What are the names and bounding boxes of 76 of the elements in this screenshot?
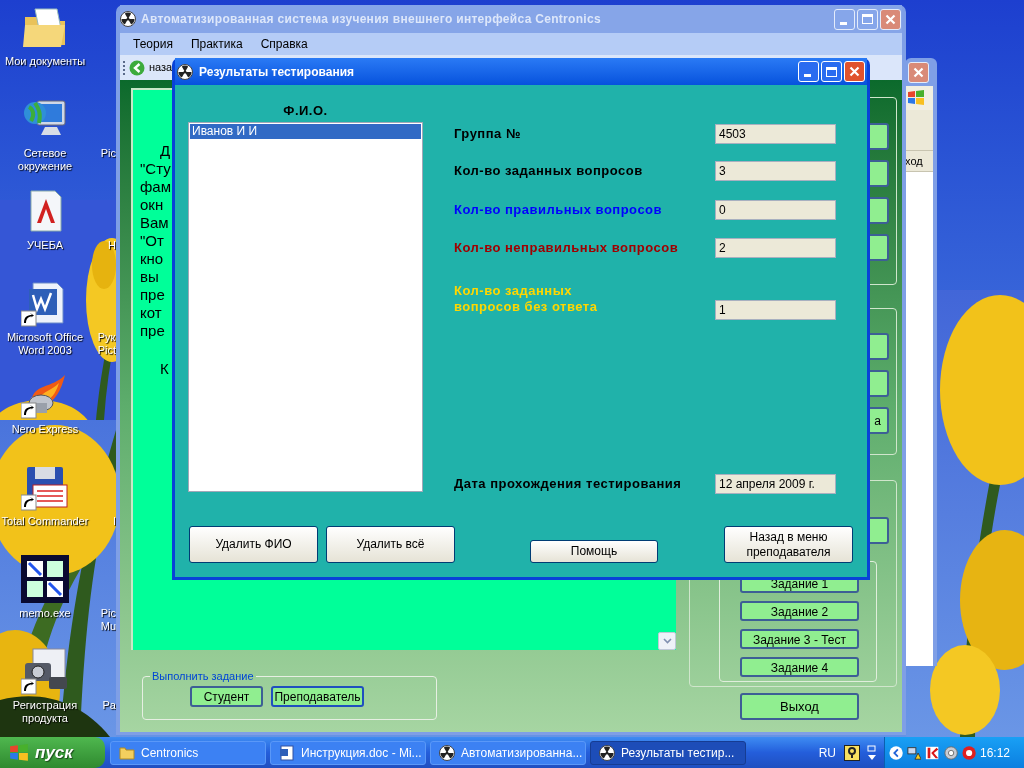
- tray-app-icon[interactable]: [961, 744, 976, 761]
- text-line: кот: [140, 304, 162, 322]
- mode-button[interactable]: Студент: [190, 685, 263, 707]
- chevron-icon[interactable]: [889, 744, 904, 761]
- exit-button[interactable]: Выход: [740, 693, 859, 720]
- text-line: вы: [140, 268, 159, 286]
- window-title: Результаты тестирования: [199, 63, 354, 81]
- text-line: кно: [140, 250, 164, 268]
- text-line: окн: [140, 196, 164, 214]
- value-field: 0: [715, 200, 836, 220]
- text-line: "От: [140, 232, 164, 250]
- maximize-button[interactable]: [857, 8, 878, 30]
- mode-button[interactable]: Преподаватель: [271, 685, 364, 707]
- text-line: пре: [140, 322, 165, 340]
- field-label: Кол-во заданных вопросов: [454, 163, 644, 179]
- value-field: 12 апреля 2009 г.: [715, 474, 836, 494]
- desktop-icon-label[interactable]: Сетевое окружение: [0, 147, 90, 173]
- text-line: Д: [160, 142, 171, 160]
- folder-icon: [119, 745, 135, 760]
- windows-flag-icon: [907, 90, 925, 106]
- radiation-icon: [120, 11, 136, 27]
- desktop-icon-label[interactable]: Pic: [100, 147, 116, 160]
- window-title: Автоматизированная система изучения внешнего интерфейса Centronics: [141, 11, 601, 28]
- clock: 16:12: [979, 744, 1010, 762]
- value-field: 1: [715, 300, 836, 320]
- close-icon: [885, 13, 896, 25]
- minimize-button[interactable]: [834, 8, 855, 30]
- radiation-icon: [599, 744, 615, 761]
- value-field: 3: [715, 161, 836, 181]
- taskbar-button[interactable]: Результаты тестир...: [590, 740, 746, 765]
- field-label: Группа №: [454, 126, 522, 142]
- group-title: Выполнить задание: [151, 669, 255, 684]
- text-line: пре: [140, 286, 165, 304]
- desktop-icon-label[interactable]: Nero Express: [11, 423, 79, 436]
- close-button[interactable]: [908, 61, 929, 83]
- value-field: 2: [715, 238, 836, 258]
- taskbar-button[interactable]: Инструкция.doc - Mi...: [270, 740, 426, 765]
- text-line: фам: [140, 178, 171, 196]
- text-line: Вам: [140, 214, 169, 232]
- list-title: Ф.И.О.: [282, 102, 329, 120]
- chevron-down-icon: [662, 638, 672, 644]
- radiation-icon: [177, 63, 193, 80]
- close-icon: [913, 66, 924, 78]
- windows-flag-icon: [9, 743, 29, 762]
- field-label: Кол-во правильных вопросов: [454, 202, 664, 218]
- field-label: Кол-во заданных вопросов без ответа: [454, 283, 599, 315]
- task-button[interactable]: Задание 3 - Тест: [740, 629, 859, 649]
- push-button[interactable]: Помощь: [530, 540, 658, 563]
- taskbar-button[interactable]: Автоматизированна...: [430, 740, 586, 765]
- menu-item[interactable]: Теория: [133, 35, 173, 53]
- help-icon[interactable]: [844, 744, 860, 761]
- list-item[interactable]: Иванов И И: [190, 124, 421, 139]
- task-button[interactable]: Задание 2: [740, 601, 859, 621]
- menu-item[interactable]: Справка: [260, 35, 308, 53]
- text-line: "Сту: [140, 160, 171, 178]
- back-button[interactable]: наза: [149, 59, 173, 76]
- tray-app-icon[interactable]: [943, 744, 958, 761]
- push-button[interactable]: Удалить всё: [326, 526, 455, 563]
- task-button[interactable]: Задание 4: [740, 657, 859, 677]
- menu-item[interactable]: Практика: [190, 35, 243, 53]
- text-line: К: [160, 360, 169, 378]
- value-field: 4503: [715, 124, 836, 144]
- field-label: Дата прохождения тестирования: [454, 476, 683, 492]
- scroll-down-button[interactable]: [658, 632, 676, 650]
- tray-app-icon[interactable]: [925, 744, 940, 761]
- close-icon: [849, 66, 860, 77]
- push-button[interactable]: Назад в меню преподавателя: [724, 526, 853, 563]
- push-button[interactable]: Удалить ФИО: [189, 526, 318, 563]
- desktop-icon-label[interactable]: Мои документы: [4, 55, 86, 68]
- radiation-icon: [439, 744, 455, 761]
- network-warning-icon[interactable]: [907, 744, 922, 761]
- document-icon: [279, 744, 295, 761]
- close-button[interactable]: [880, 8, 901, 30]
- taskbar-button[interactable]: Centronics: [110, 740, 266, 765]
- language-indicator[interactable]: RU: [818, 743, 836, 762]
- field-label: Кол-во неправильных вопросов: [454, 240, 680, 256]
